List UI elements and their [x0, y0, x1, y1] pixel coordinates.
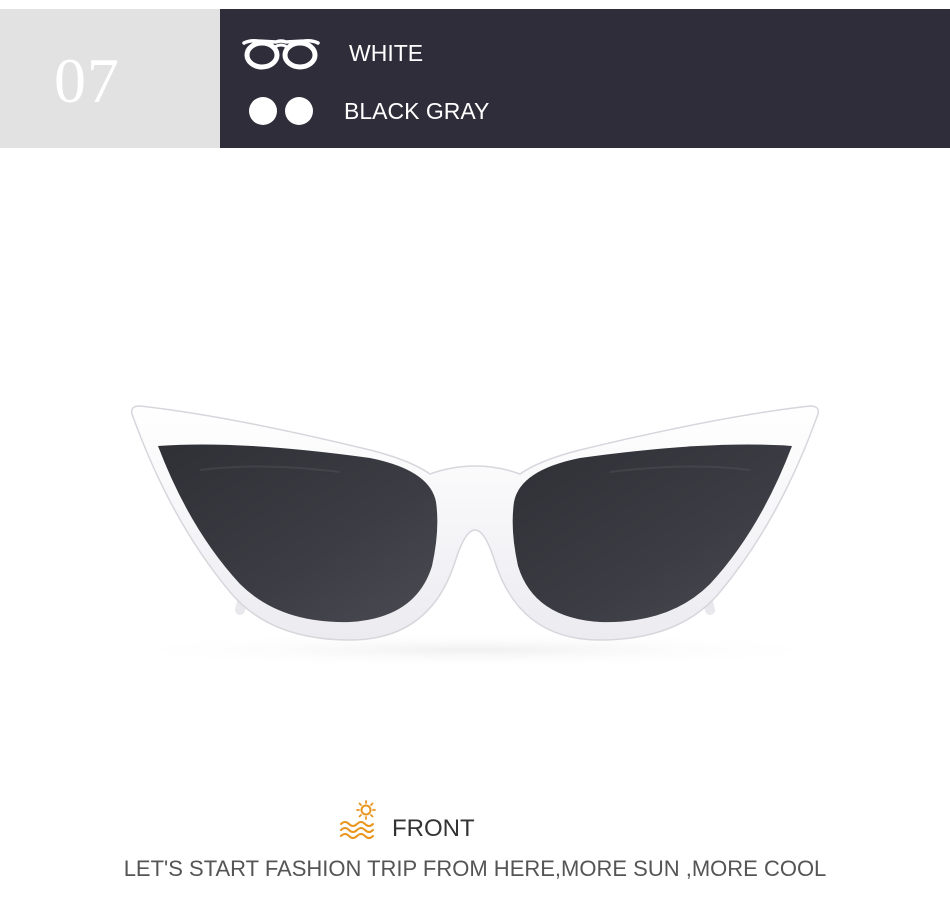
- variant-number: 07: [54, 45, 120, 116]
- lens-pair-icon: [249, 97, 313, 125]
- color-header: 07 WHITE BLACK GRAY: [0, 9, 950, 148]
- sun-waves-icon: [340, 800, 376, 839]
- color-info-box: WHITE BLACK GRAY: [220, 9, 950, 148]
- lens-color-label: BLACK GRAY: [344, 98, 490, 124]
- front-view-label: FRONT: [392, 815, 475, 842]
- lens-color-row: BLACK GRAY: [220, 91, 950, 131]
- sunglasses-product-image: [95, 405, 855, 668]
- frame-color-row: WHITE: [220, 33, 950, 73]
- glasses-frame-icon: [242, 39, 320, 70]
- frame-color-label: WHITE: [349, 40, 424, 66]
- tagline-text: LET'S START FASHION TRIP FROM HERE,MORE …: [123, 856, 827, 881]
- variant-number-box: 07: [0, 9, 220, 148]
- front-view-title: FRONT: [338, 800, 558, 842]
- product-color-page: 07 WHITE BLACK GRAY FRONT LET'S START FA…: [0, 0, 950, 903]
